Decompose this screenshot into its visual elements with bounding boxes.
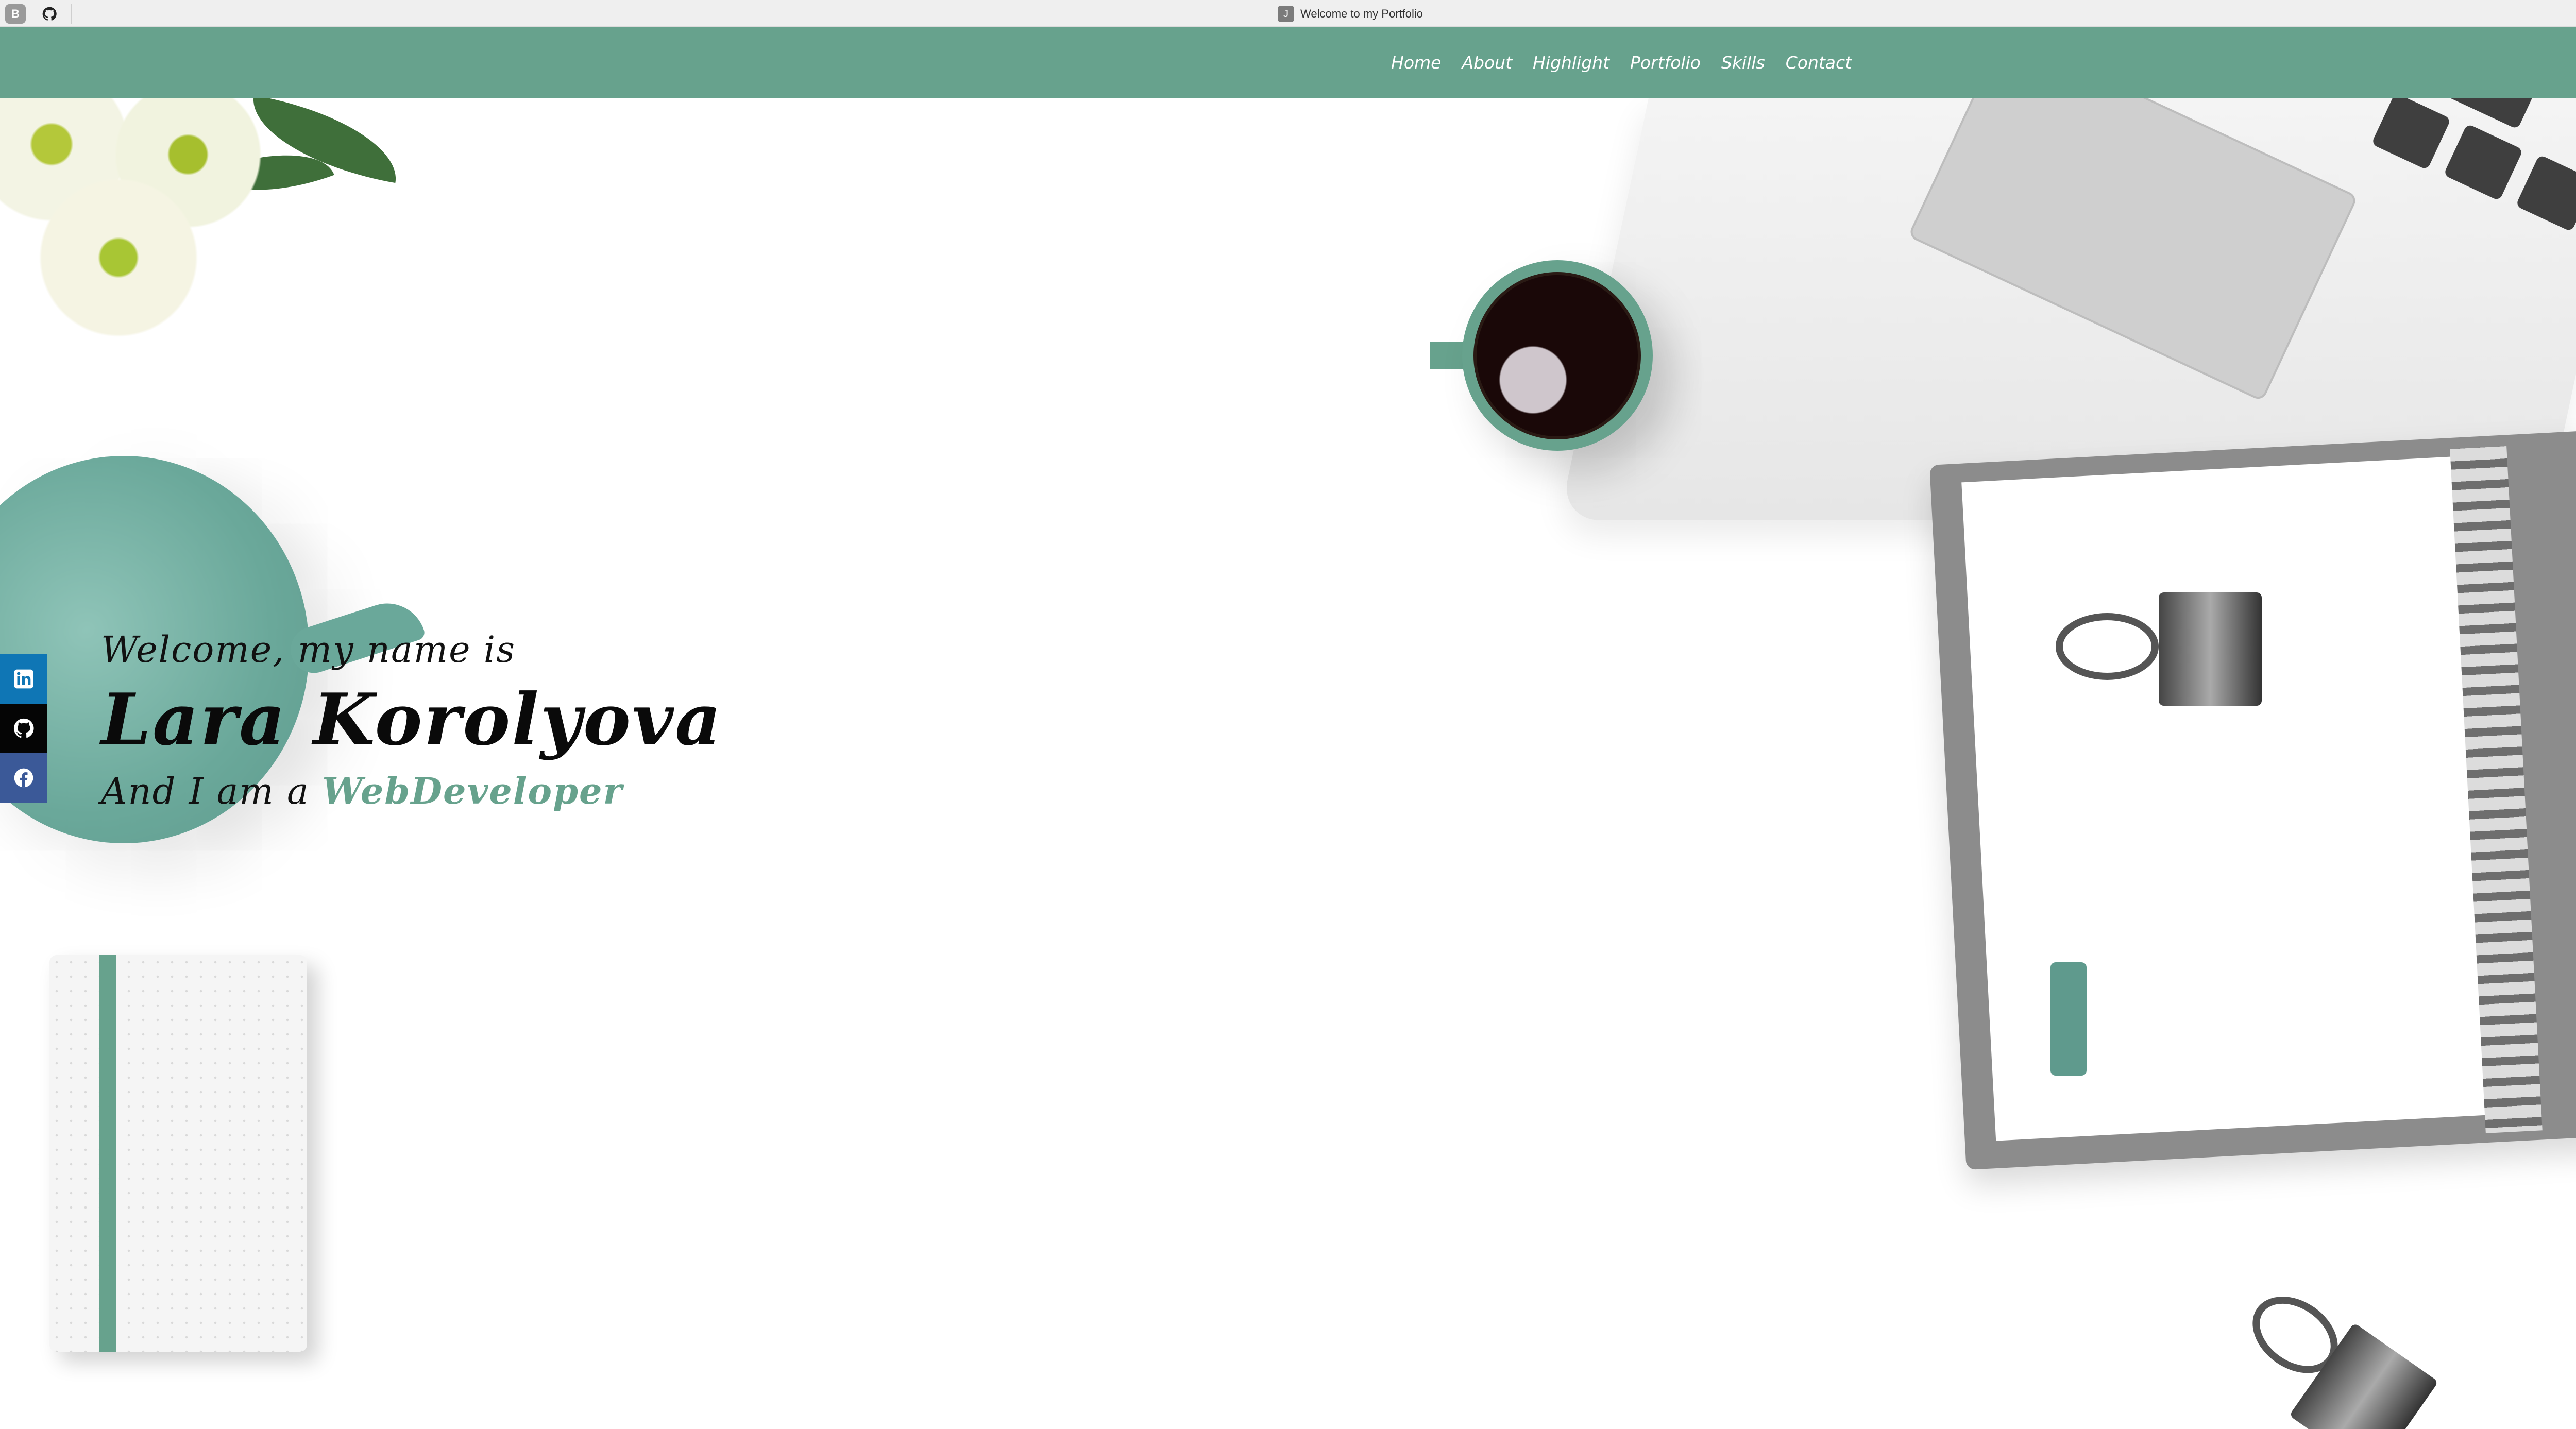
nav-menu: Home About Highlight Portfolio Skills Co… bbox=[1391, 27, 1852, 98]
nav-item-home[interactable]: Home bbox=[1391, 53, 1441, 73]
hero-section: Welcome, my name is Lara Korolyova And I… bbox=[101, 628, 723, 812]
daisy-flower bbox=[21, 175, 216, 340]
nav-item-highlight[interactable]: Highlight bbox=[1533, 53, 1609, 73]
tab-divider bbox=[71, 4, 72, 24]
hero-role-highlight: WebDeveloper bbox=[321, 770, 623, 812]
main-navbar: Home About Highlight Portfolio Skills Co… bbox=[0, 27, 2576, 98]
facebook-icon bbox=[14, 768, 33, 788]
nav-item-contact[interactable]: Contact bbox=[1786, 53, 1852, 73]
github-tab-icon[interactable] bbox=[39, 4, 60, 24]
bookmark-letter: B bbox=[11, 7, 20, 20]
tab-favicon-icon: J bbox=[1278, 6, 1294, 22]
clip-body bbox=[2159, 592, 2262, 706]
linkedin-icon bbox=[14, 669, 33, 689]
bookmark-icon[interactable]: B bbox=[5, 4, 26, 24]
tab-title: Welcome to my Portfolio bbox=[1300, 7, 1423, 20]
active-tab[interactable]: J Welcome to my Portfolio bbox=[1278, 4, 1423, 24]
hero-role: And I am a WebDeveloper bbox=[101, 770, 723, 812]
hero-intro: Welcome, my name is bbox=[101, 628, 516, 671]
hero-role-prefix: And I am a bbox=[101, 770, 322, 812]
github-icon bbox=[13, 718, 34, 738]
facebook-link[interactable] bbox=[0, 753, 47, 803]
nav-item-about[interactable]: About bbox=[1462, 53, 1512, 73]
dotted-sketchbook-decoration bbox=[49, 955, 307, 1352]
browser-tab-bar: B J Welcome to my Portfolio bbox=[0, 0, 2576, 27]
linkedin-link[interactable] bbox=[0, 654, 47, 704]
coffee bbox=[1473, 272, 1641, 439]
social-sidebar bbox=[0, 654, 47, 803]
hero-name: Lara Korolyova bbox=[101, 677, 723, 761]
sketchbook-band bbox=[99, 955, 116, 1352]
github-link[interactable] bbox=[0, 704, 47, 753]
notebook-page bbox=[1961, 454, 2536, 1141]
clip-wire bbox=[2056, 613, 2159, 680]
nav-item-portfolio[interactable]: Portfolio bbox=[1630, 53, 1701, 73]
nav-item-skills[interactable]: Skills bbox=[1721, 53, 1765, 73]
flower-decoration bbox=[0, 67, 412, 345]
notebook-tab bbox=[2050, 962, 2087, 1076]
spiral-notebook-decoration bbox=[1929, 430, 2576, 1170]
